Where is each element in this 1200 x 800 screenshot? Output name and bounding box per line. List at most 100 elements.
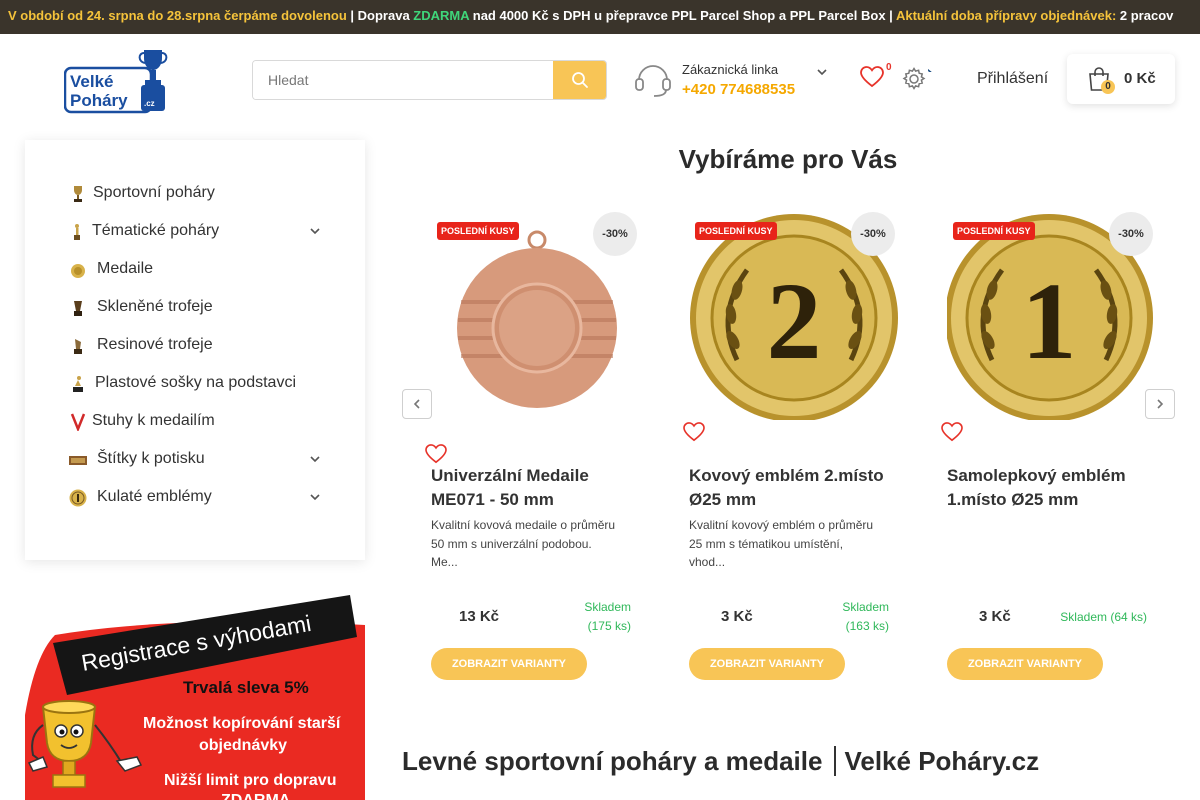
search-icon — [571, 72, 588, 88]
headset-icon — [635, 65, 671, 97]
sidebar-item-stuhy[interactable]: Stuhy k medailím — [69, 409, 329, 435]
sidebar-item-tematicke-pohary[interactable]: Tématické poháry — [69, 219, 329, 245]
logo-suffix: .cz — [144, 99, 155, 108]
sidebar-item-label: Tématické poháry — [92, 222, 220, 239]
search-button[interactable] — [553, 61, 606, 99]
discount-badge: -30% — [593, 212, 637, 256]
support-label: Zákaznická linka — [682, 62, 779, 77]
figure-trophy-icon — [74, 224, 80, 240]
statue-icon — [73, 376, 83, 392]
registration-promo-banner[interactable]: Registrace s výhodami Trvalá sleva 5% Mo… — [25, 595, 365, 800]
chevron-left-icon — [413, 399, 420, 409]
wishlist-count: 0 — [886, 62, 892, 73]
login-link[interactable]: Přihlášení — [977, 70, 1048, 88]
stock-status: Skladem (175 ks) — [584, 598, 631, 636]
search-input[interactable] — [253, 61, 555, 99]
heading-divider — [834, 746, 837, 777]
product-title[interactable]: Kovový emblém 2.místo Ø25 mm — [689, 464, 899, 512]
seo-heading-part2: Velké Poháry.cz — [844, 746, 1040, 776]
cart-count-badge: 0 — [1101, 80, 1115, 94]
product-price: 3 Kč — [721, 608, 753, 625]
heart-icon[interactable] — [683, 422, 705, 442]
sidebar-item-label: Medaile — [97, 260, 154, 277]
sidebar-item-label: Skleněné trofeje — [97, 298, 213, 315]
ribbon-icon — [70, 413, 86, 431]
sidebar-item-sportovni-pohary[interactable]: Sportovní poháry — [69, 181, 329, 207]
sidebar-item-plastove-sosky[interactable]: Plastové sošky na podstavci — [69, 371, 329, 397]
promo-benefit-1: Trvalá sleva 5% — [183, 678, 309, 697]
chevron-down-icon[interactable] — [309, 491, 321, 503]
promo-benefit-2b: objednávky — [199, 737, 287, 754]
search-bar — [252, 60, 607, 100]
product-card[interactable]: 2 POSLEDNÍ KUSY -30% Kovový emblém 2.mís… — [683, 210, 899, 690]
show-variants-button[interactable]: ZOBRAZIT VARIANTY — [431, 648, 587, 680]
support-phone[interactable]: +420 774688535 — [682, 81, 795, 98]
wishlist-heart-icon[interactable] — [860, 66, 884, 88]
promo-benefit-3a: Nižší limit pro dopravu — [164, 772, 336, 789]
sidebar-item-stitky[interactable]: Štítky k potisku — [69, 447, 329, 473]
show-variants-button[interactable]: ZOBRAZIT VARIANTY — [947, 648, 1103, 680]
label-plate-icon — [69, 456, 87, 465]
sidebar-item-resinove-trofeje[interactable]: Resinové trofeje — [69, 333, 329, 359]
czech-flag-icon[interactable] — [928, 64, 938, 72]
stock-status: Skladem (64 ks) — [1060, 608, 1147, 627]
free-shipping-highlight: ZDARMA — [413, 8, 470, 23]
customer-support[interactable]: Zákaznická linka +420 774688535 — [634, 60, 834, 100]
chevron-down-icon[interactable] — [816, 66, 828, 78]
last-items-badge: POSLEDNÍ KUSY — [437, 222, 519, 240]
announcement-text: V období od 24. srpna do 28.srpna čerpám… — [8, 8, 1173, 23]
sidebar-item-label: Plastové sošky na podstavci — [95, 374, 296, 391]
sidebar-item-label: Kulaté emblémy — [97, 488, 212, 505]
sidebar-item-label: Štítky k potisku — [97, 450, 205, 467]
stock-count: (163 ks) — [845, 619, 889, 633]
logo-text-line2: Poháry — [70, 91, 128, 110]
discount-badge: -30% — [1109, 212, 1153, 256]
seo-heading-part1: Levné sportovní poháry a medaile — [402, 746, 823, 776]
stock-label: Skladem (64 ks) — [1060, 610, 1147, 624]
last-items-badge: POSLEDNÍ KUSY — [695, 222, 777, 240]
stock-status: Skladem (163 ks) — [842, 598, 889, 636]
product-description: Kvalitní kovová medaile o průměru 50 mm … — [431, 518, 616, 569]
sidebar-item-label: Stuhy k medailím — [92, 412, 215, 429]
product-price: 13 Kč — [459, 608, 500, 625]
gear-icon[interactable] — [902, 67, 926, 91]
site-logo[interactable]: Velké Poháry .cz — [63, 46, 178, 114]
announcement-bar: V období od 24. srpna do 28.srpna čerpám… — [0, 0, 1200, 34]
stock-label: Skladem — [842, 600, 889, 614]
chevron-down-icon[interactable] — [309, 225, 321, 237]
product-price: 3 Kč — [979, 608, 1011, 625]
last-items-badge: POSLEDNÍ KUSY — [953, 222, 1035, 240]
product-description: Kvalitní kovový emblém o průměru 25 mm s… — [689, 518, 874, 569]
medal-icon — [71, 264, 85, 278]
glass-trophy-icon — [74, 301, 82, 316]
sidebar-item-medaile[interactable]: Medaile — [69, 257, 329, 283]
heart-icon[interactable] — [941, 422, 963, 442]
heart-icon[interactable] — [425, 444, 447, 464]
emblem-icon — [69, 489, 87, 507]
sidebar-item-label: Resinové trofeje — [97, 336, 213, 353]
trophy-icon — [74, 186, 82, 202]
stock-label: Skladem — [584, 600, 631, 614]
promo-benefit-2a: Možnost kopírování starší — [143, 715, 341, 732]
logo-text-line1: Velké — [70, 72, 114, 91]
product-card[interactable]: 1 POSLEDNÍ KUSY -30% Samolepkový emblém … — [941, 210, 1157, 690]
promo-benefit-3b: ZDARMA — [221, 792, 291, 800]
carousel-prev-button[interactable] — [402, 389, 432, 419]
product-title[interactable]: Samolepkový emblém 1.místo Ø25 mm — [947, 464, 1157, 512]
sidebar-item-sklenene-trofeje[interactable]: Skleněné trofeje — [69, 295, 329, 321]
emblem-number: 2 — [767, 260, 822, 382]
chevron-down-icon[interactable] — [309, 453, 321, 465]
sidebar-item-label: Sportovní poháry — [93, 184, 215, 201]
emblem-number: 1 — [1022, 260, 1077, 382]
resin-trophy-icon — [74, 339, 82, 354]
cart-button[interactable]: 0 0 Kč — [1067, 54, 1175, 104]
cart-total: 0 Kč — [1124, 70, 1156, 87]
show-variants-button[interactable]: ZOBRAZIT VARIANTY — [689, 648, 845, 680]
prep-time-label: Aktuální doba přípravy objednávek: — [895, 8, 1117, 23]
product-title[interactable]: Univerzální Medaile ME071 - 50 mm — [431, 464, 641, 512]
seo-heading: Levné sportovní poháry a medaile Velké Po… — [402, 746, 1039, 780]
shipping-notice-prefix: | Doprava — [346, 8, 414, 23]
sidebar-item-kulate-emblemy[interactable]: Kulaté emblémy — [69, 485, 329, 511]
product-card[interactable]: POSLEDNÍ KUSY -30% Univerzální Medaile M… — [425, 210, 641, 690]
prep-time-value: 2 pracov — [1116, 8, 1174, 23]
